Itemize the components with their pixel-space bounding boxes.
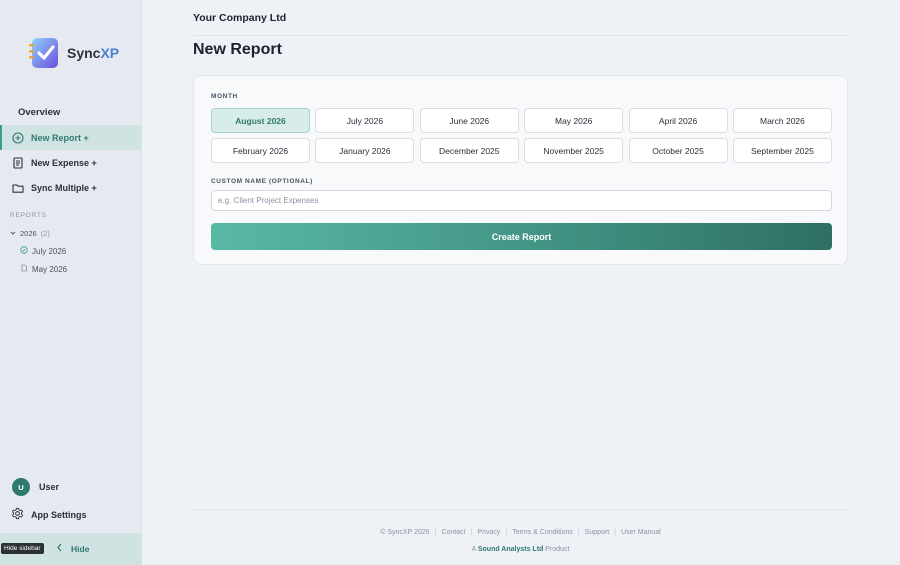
page-title: New Report <box>193 41 282 58</box>
month-option-december-2025[interactable]: December 2025 <box>419 138 519 163</box>
month-option-september-2025[interactable]: September 2025 <box>732 138 832 163</box>
year-label: 2026 <box>20 229 37 238</box>
sidebar-item-label: New Expense + <box>31 157 97 168</box>
custom-name-input[interactable] <box>211 190 832 211</box>
hide-sidebar-tooltip: Hide sidebar <box>1 543 44 554</box>
report-item-july-2026[interactable]: July 2026 <box>20 246 66 256</box>
credit-company[interactable]: Sound Analysts Ltd <box>478 546 543 553</box>
create-report-button[interactable]: Create Report <box>211 223 832 250</box>
document-icon <box>11 156 24 169</box>
header-divider <box>193 35 848 36</box>
app-settings-button[interactable]: App Settings <box>11 507 87 522</box>
report-item-may-2026[interactable]: May 2026 <box>20 264 67 274</box>
custom-name-label: CUSTOM NAME (OPTIONAL) <box>211 178 313 185</box>
month-grid: August 2026 July 2026 June 2026 May 2026 Apr… <box>211 108 832 163</box>
settings-label: App Settings <box>31 509 87 520</box>
gear-icon <box>11 507 24 522</box>
report-item-label: May 2026 <box>32 264 68 274</box>
sidebar-item-label: Sync Multiple + <box>31 182 97 193</box>
plus-circle-icon <box>11 131 24 144</box>
footer-copyright: © SyncXP 2026 <box>380 529 430 536</box>
footer-divider <box>193 509 848 510</box>
sidebar-item-new-report[interactable]: New Report + <box>0 125 142 150</box>
footer-separator: | <box>434 529 437 536</box>
user-profile[interactable]: U User <box>12 478 59 496</box>
month-label: MONTH <box>211 93 238 100</box>
hide-label: Hide <box>71 543 90 554</box>
footer-credit: A Sound Analysts Ltd Product <box>193 546 848 553</box>
hide-sidebar-button[interactable]: Hide <box>56 543 89 554</box>
footer-separator: | <box>505 529 508 536</box>
footer-link-terms-conditions[interactable]: Terms & Conditions <box>512 529 573 536</box>
footer-separator: | <box>577 529 580 536</box>
report-item-label: July 2026 <box>32 246 67 256</box>
avatar: U <box>12 478 30 496</box>
sidebar-item-label: New Report + <box>31 132 89 143</box>
logo-text-accent: XP <box>100 45 120 61</box>
credit-prefix: A <box>471 546 476 553</box>
logo-text: SyncXP <box>67 45 119 61</box>
month-option-june-2026[interactable]: June 2026 <box>419 108 519 133</box>
footer-link-contact[interactable]: Contact <box>441 529 465 536</box>
sidebar: SyncXP Overview New Report + New Expense… <box>0 0 142 565</box>
credit-suffix: Product <box>545 546 570 553</box>
footer-separator: | <box>470 529 473 536</box>
check-circle-icon <box>20 246 28 256</box>
month-option-january-2026[interactable]: January 2026 <box>315 138 415 163</box>
company-name: Your Company Ltd <box>193 12 287 24</box>
file-icon <box>20 264 28 274</box>
month-option-august-2026[interactable]: August 2026 <box>211 108 310 133</box>
month-option-october-2025[interactable]: October 2025 <box>628 138 728 163</box>
chevron-down-icon <box>10 229 16 238</box>
logo-icon <box>26 35 62 71</box>
logo-text-main: Sync <box>67 45 101 61</box>
reports-section-label: REPORTS <box>10 212 47 219</box>
month-option-february-2026[interactable]: February 2026 <box>211 138 310 163</box>
app-logo[interactable]: SyncXP <box>26 33 122 73</box>
sidebar-item-sync-multiple[interactable]: Sync Multiple + <box>0 175 142 200</box>
footer-link-user-manual[interactable]: User Manual <box>621 529 661 536</box>
month-option-may-2026[interactable]: May 2026 <box>524 108 624 133</box>
month-option-november-2025[interactable]: November 2025 <box>524 138 624 163</box>
month-option-july-2026[interactable]: July 2026 <box>315 108 415 133</box>
footer-separator: | <box>614 529 617 536</box>
folder-icon <box>11 181 24 194</box>
year-count: (2) <box>40 229 50 238</box>
new-report-card: MONTH August 2026 July 2026 June 2026 May 2… <box>193 75 848 265</box>
sidebar-item-new-expense[interactable]: New Expense + <box>0 150 142 175</box>
month-option-march-2026[interactable]: March 2026 <box>732 108 832 133</box>
user-name: User <box>39 482 60 492</box>
month-option-april-2026[interactable]: April 2026 <box>628 108 728 133</box>
nav-overview[interactable]: Overview <box>18 107 60 118</box>
year-group-toggle[interactable]: 2026 (2) <box>10 229 50 238</box>
footer-links: © SyncXP 2026 | Contact | Privacy | Terms & Co… <box>193 529 848 536</box>
footer-link-privacy[interactable]: Privacy <box>477 529 500 536</box>
chevron-left-icon <box>56 543 63 554</box>
footer-link-support[interactable]: Support <box>585 529 610 536</box>
